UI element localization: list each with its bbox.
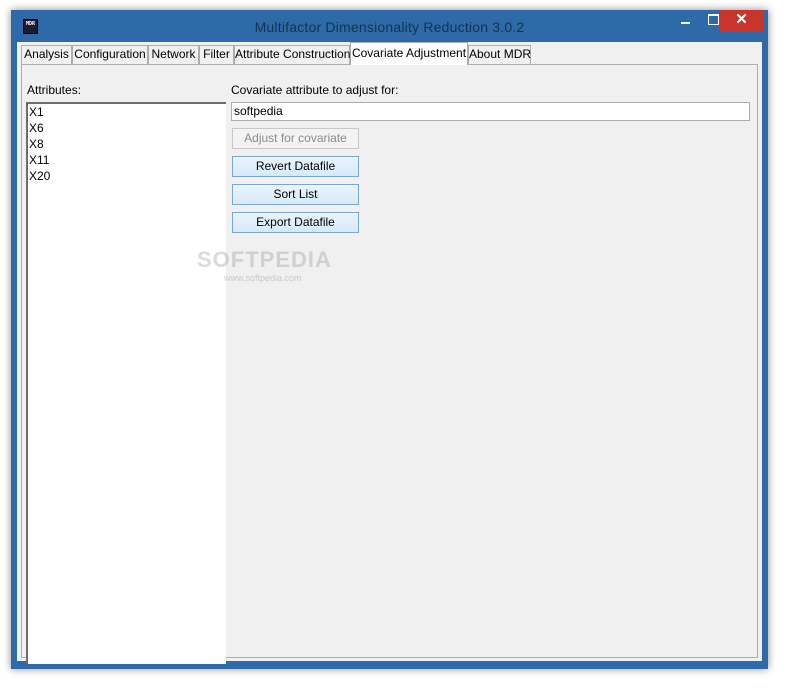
attributes-label: Attributes: — [27, 83, 82, 97]
covariate-field[interactable]: softpedia — [231, 102, 750, 121]
covariate-adjustment-panel: Attributes: X1 X6 X8 X11 X20 Covariate a… — [21, 64, 758, 664]
softpedia-watermark: SOFTPEDIA — [197, 247, 332, 272]
close-icon: ✕ — [735, 11, 748, 28]
tab-network[interactable]: Network — [148, 45, 199, 64]
attributes-list[interactable]: X1 X6 X8 X11 X20 — [26, 102, 226, 664]
sort-list-button[interactable]: Sort List — [232, 184, 359, 205]
maximize-icon — [707, 14, 719, 26]
window-title: Multifactor Dimensionality Reduction 3.0… — [254, 19, 525, 35]
tab-analysis[interactable]: Analysis — [21, 45, 72, 64]
app-window: MDR Multifactor Dimensionality Reduction… — [11, 10, 768, 669]
close-button[interactable]: ✕ — [719, 10, 764, 31]
tab-about-mdr[interactable]: About MDR — [468, 45, 531, 64]
adjust-for-covariate-button[interactable]: Adjust for covariate — [232, 128, 359, 149]
tab-configuration[interactable]: Configuration — [72, 45, 148, 64]
list-item[interactable]: X1 — [28, 104, 226, 120]
covariate-label: Covariate attribute to adjust for: — [231, 83, 399, 97]
list-item[interactable]: X6 — [28, 120, 226, 136]
tab-attribute-construction[interactable]: Attribute Construction — [234, 45, 350, 64]
revert-datafile-button[interactable]: Revert Datafile — [232, 156, 359, 177]
title-bar[interactable]: MDR Multifactor Dimensionality Reduction… — [11, 10, 768, 42]
client-area: Analysis Configuration Network Filter At… — [17, 42, 762, 664]
tab-filter[interactable]: Filter — [199, 45, 234, 64]
tab-covariate-adjustment[interactable]: Covariate Adjustment — [350, 42, 468, 65]
minimize-icon — [680, 22, 690, 25]
list-item[interactable]: X20 — [28, 168, 226, 184]
export-datafile-button[interactable]: Export Datafile — [232, 212, 359, 233]
list-item[interactable]: X8 — [28, 136, 226, 152]
minimize-button[interactable] — [671, 10, 699, 31]
list-item[interactable]: X11 — [28, 152, 226, 168]
softpedia-watermark-url: www.softpedia.com — [224, 273, 302, 283]
